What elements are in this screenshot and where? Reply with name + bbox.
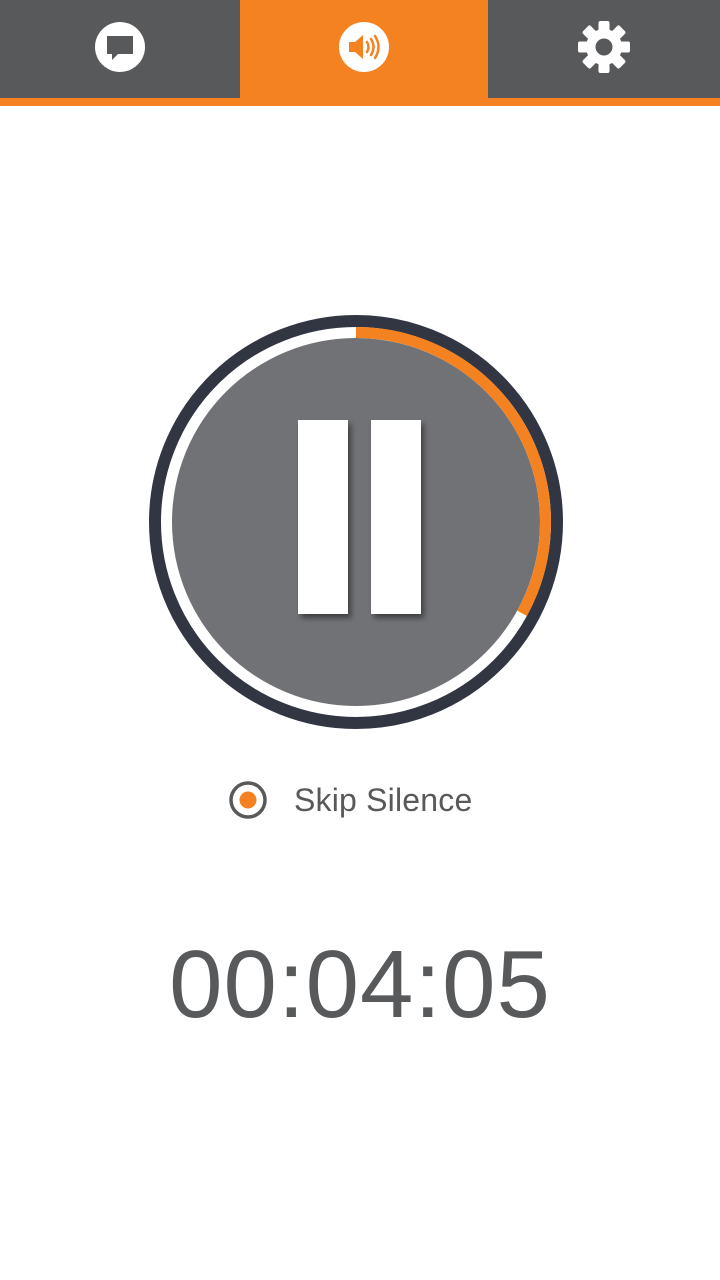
gear-icon — [577, 20, 631, 79]
tab-messages[interactable] — [0, 0, 240, 98]
tab-sound[interactable] — [240, 0, 488, 98]
skip-silence-label: Skip Silence — [294, 781, 473, 818]
elapsed-timer: 00:04:05 — [169, 931, 551, 1038]
tab-underline — [0, 98, 720, 106]
speaker-icon — [338, 21, 390, 78]
sound-detection-toggle[interactable]: Tap to Pause Sound Detection — [0, 106, 720, 766]
skip-silence-option[interactable]: Skip Silence — [228, 776, 473, 824]
skip-silence-radio[interactable] — [228, 780, 268, 820]
top-tab-bar — [0, 0, 720, 98]
chat-bubble-icon — [94, 21, 146, 78]
inner-disc — [172, 338, 540, 706]
tab-settings[interactable] — [488, 0, 720, 98]
